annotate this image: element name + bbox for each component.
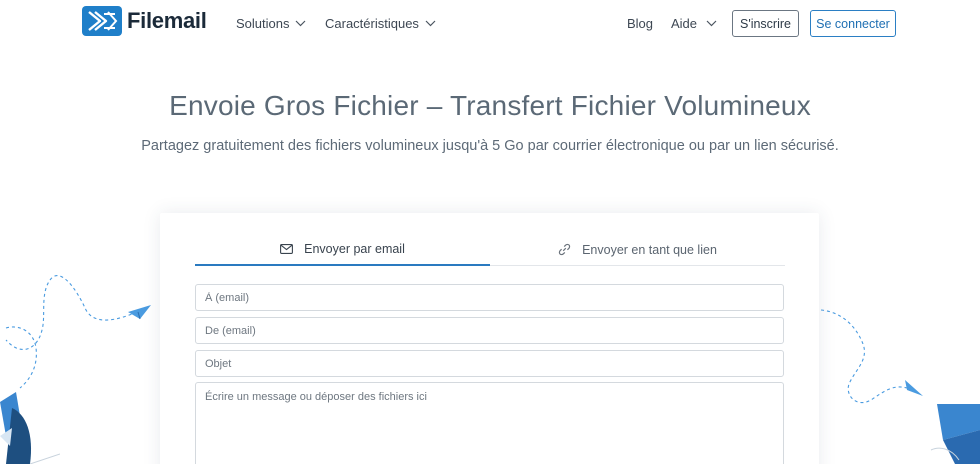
link-icon: [558, 243, 571, 256]
nav-solutions[interactable]: Solutions: [236, 16, 306, 31]
subject-field[interactable]: [195, 350, 784, 377]
chevron-down-icon: [425, 20, 436, 27]
login-button[interactable]: Se connecter: [810, 10, 896, 37]
signup-button[interactable]: S'inscrire: [732, 10, 799, 37]
page-title: Envoie Gros Fichier – Transfert Fichier …: [169, 90, 811, 121]
paper-plane-trail-decoration-right: [820, 309, 980, 464]
tab-send-as-link-label: Envoyer en tant que lien: [582, 242, 717, 257]
brand-name: Filemail: [127, 8, 207, 33]
chevron-down-icon: [706, 20, 717, 27]
nav-solutions-label: Solutions: [236, 16, 290, 31]
filemail-logo-icon: [82, 6, 122, 36]
tab-send-by-email[interactable]: Envoyer par email: [195, 233, 490, 266]
send-mode-tabs: Envoyer par email Envoyer en tant que li…: [195, 233, 785, 266]
nav-aide[interactable]: Aide: [671, 16, 717, 31]
floor-line-decoration: [29, 453, 60, 464]
nav-caracteristiques[interactable]: Caractéristiques: [325, 16, 436, 31]
transfer-form-card: Envoyer par email Envoyer en tant que li…: [160, 213, 819, 464]
envelope-icon: [280, 243, 294, 254]
nav-caracteristiques-label: Caractéristiques: [325, 16, 419, 31]
nav-aide-label: Aide: [671, 16, 698, 31]
signup-button-label: S'inscrire: [739, 16, 791, 31]
nav-blog-label: Blog: [627, 16, 654, 31]
message-textarea[interactable]: [195, 382, 784, 464]
top-navbar: Filemail Solutions Caractéristiques Blog…: [0, 0, 980, 46]
tab-send-by-email-label: Envoyer par email: [304, 241, 405, 256]
chevron-down-icon: [296, 20, 306, 27]
tab-send-as-link[interactable]: Envoyer en tant que lien: [490, 233, 785, 266]
login-button-label: Se connecter: [816, 16, 890, 31]
to-email-field[interactable]: [195, 284, 784, 311]
brand-logo[interactable]: Filemail: [82, 6, 207, 36]
page-subtitle: Partagez gratuitement des fichiers volum…: [141, 138, 839, 154]
from-email-field[interactable]: [195, 317, 784, 344]
nav-blog[interactable]: Blog: [627, 16, 653, 31]
